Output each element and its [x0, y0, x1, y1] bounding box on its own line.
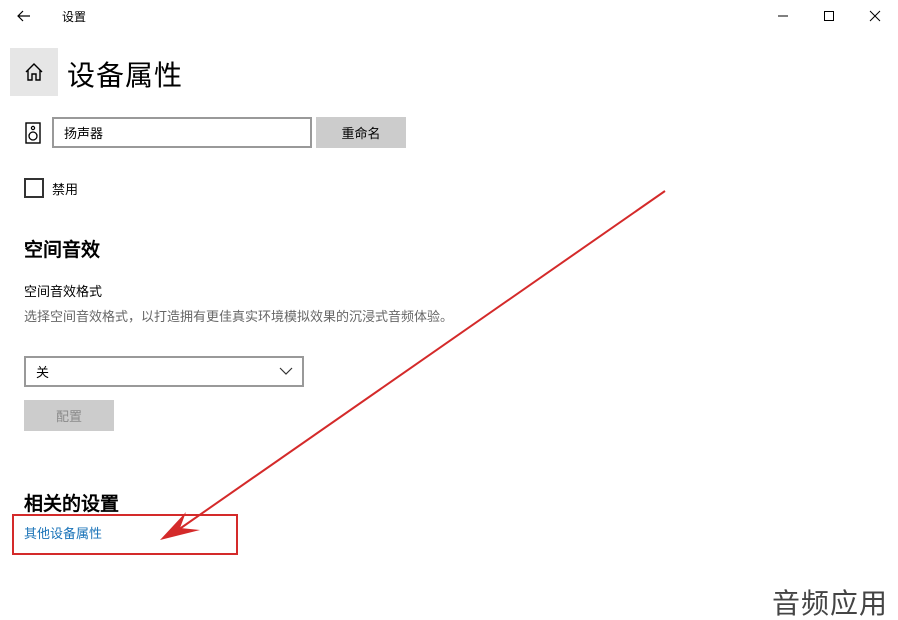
disable-label: 禁用 [52, 183, 79, 198]
device-name-input[interactable] [52, 117, 312, 148]
back-button[interactable] [10, 4, 38, 28]
page-title: 设备属性 [67, 59, 184, 92]
watermark: 音频应用 [772, 587, 889, 620]
minimize-button[interactable] [768, 4, 798, 28]
minimize-icon [778, 15, 788, 17]
rename-button[interactable]: 重命名 [316, 117, 406, 148]
speaker-icon [25, 122, 41, 148]
configure-button[interactable]: 配置 [24, 400, 114, 431]
disable-checkbox[interactable] [24, 178, 44, 198]
maximize-button[interactable] [814, 4, 844, 28]
related-settings-heading: 相关的设置 [24, 493, 120, 515]
dropdown-selected-value: 关 [36, 366, 50, 381]
spatial-audio-heading: 空间音效 [24, 239, 101, 261]
back-arrow-icon [17, 10, 30, 22]
title-bar: 设置 [0, 0, 898, 32]
window-title: 设置 [62, 10, 87, 24]
home-icon [25, 63, 43, 81]
close-button[interactable] [860, 4, 890, 28]
chevron-down-icon [279, 367, 293, 375]
close-icon [869, 10, 881, 22]
annotation-highlight-box [12, 514, 238, 555]
maximize-icon [824, 11, 834, 21]
spatial-format-dropdown[interactable]: 关 [24, 356, 304, 387]
spatial-format-description: 选择空间音效格式，以打造拥有更佳真实环境模拟效果的沉浸式音频体验。 [24, 310, 454, 325]
home-button[interactable] [10, 48, 58, 96]
spatial-format-label: 空间音效格式 [24, 285, 103, 300]
